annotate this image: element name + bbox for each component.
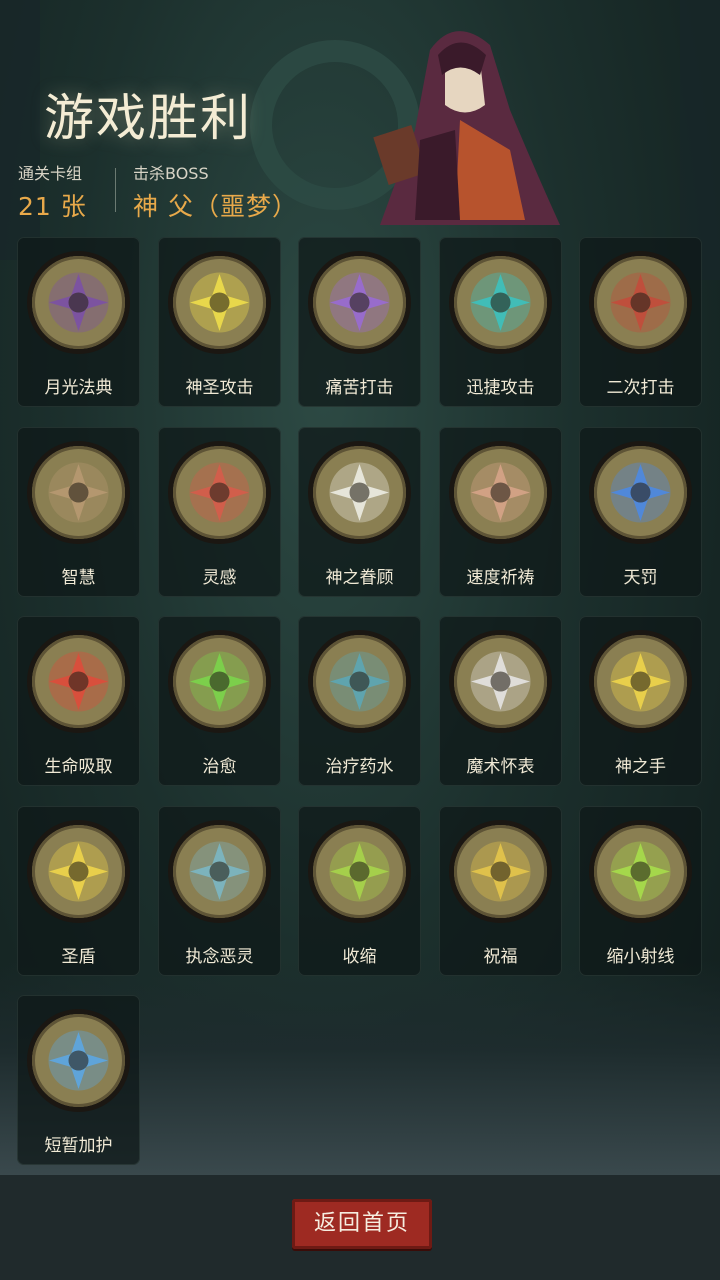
back-home-button[interactable]: 返回首页	[292, 1199, 432, 1249]
card-item[interactable]: 智慧	[17, 427, 140, 597]
card-label: 迅捷攻击	[466, 378, 535, 398]
wisdom-icon	[32, 446, 125, 539]
card-label: 缩小射线	[606, 947, 675, 967]
card-item[interactable]: 神圣攻击	[158, 237, 281, 407]
double-strike-icon	[594, 256, 687, 349]
card-medal	[27, 1009, 130, 1112]
card-medal	[308, 441, 411, 544]
card-label: 智慧	[61, 568, 96, 588]
card-item[interactable]: 圣盾	[17, 806, 140, 976]
brief-protection-icon	[32, 1014, 125, 1107]
hooded-hero-illustration	[373, 31, 560, 225]
moonlight-tome-icon	[32, 256, 125, 349]
pain-strike-icon	[313, 256, 406, 349]
card-label: 圣盾	[61, 947, 96, 967]
card-label: 痛苦打击	[325, 378, 394, 398]
card-label: 二次打击	[606, 378, 675, 398]
card-label: 祝福	[483, 947, 518, 967]
healing-potion-icon	[313, 635, 406, 728]
card-item[interactable]: 治愈	[158, 616, 281, 786]
card-medal	[168, 820, 271, 923]
card-medal	[589, 820, 692, 923]
card-medal	[27, 441, 130, 544]
card-item[interactable]: 二次打击	[579, 237, 702, 407]
card-item[interactable]: 治疗药水	[298, 616, 421, 786]
card-medal	[27, 820, 130, 923]
card-medal	[27, 251, 130, 354]
hand-of-god-icon	[594, 635, 687, 728]
card-item[interactable]: 收缩	[298, 806, 421, 976]
boss-value: 神 父（噩梦）	[133, 192, 298, 221]
card-label: 灵感	[202, 568, 237, 588]
card-medal	[589, 630, 692, 733]
heal-icon	[173, 635, 266, 728]
card-medal	[449, 820, 552, 923]
card-medal	[308, 630, 411, 733]
card-medal	[27, 630, 130, 733]
card-label: 魔术怀表	[466, 757, 535, 777]
card-item[interactable]: 祝福	[439, 806, 562, 976]
card-medal	[449, 441, 552, 544]
card-label: 短暂加护	[44, 1136, 113, 1156]
card-medal	[449, 251, 552, 354]
card-label: 治愈	[202, 757, 237, 777]
card-item[interactable]: 月光法典	[17, 237, 140, 407]
card-medal	[168, 441, 271, 544]
boss-stat: 击杀BOSS 神 父（噩梦）	[133, 160, 298, 223]
holy-shield-icon	[32, 825, 125, 918]
deck-count-value: 21 张	[18, 192, 87, 221]
card-item[interactable]: 执念恶灵	[158, 806, 281, 976]
card-item[interactable]: 痛苦打击	[298, 237, 421, 407]
card-label: 速度祈祷	[466, 568, 535, 588]
obsessed-spirit-icon	[173, 825, 266, 918]
life-drain-icon	[32, 635, 125, 728]
shrink-icon	[313, 825, 406, 918]
card-item[interactable]: 速度祈祷	[439, 427, 562, 597]
card-medal	[168, 251, 271, 354]
card-label: 治疗药水	[325, 757, 394, 777]
card-item[interactable]: 魔术怀表	[439, 616, 562, 786]
card-medal	[589, 251, 692, 354]
card-label: 神之眷顾	[325, 568, 394, 588]
shrink-ray-icon	[594, 825, 687, 918]
card-label: 神圣攻击	[185, 378, 254, 398]
card-medal	[308, 251, 411, 354]
card-item[interactable]: 神之手	[579, 616, 702, 786]
victory-header: 游戏胜利 通关卡组 21 张 击杀BOSS 神 父（噩梦）	[0, 0, 720, 225]
card-item[interactable]: 灵感	[158, 427, 281, 597]
card-item[interactable]: 生命吸取	[17, 616, 140, 786]
card-label: 神之手	[615, 757, 666, 777]
stat-divider	[115, 168, 116, 212]
deck-stat: 通关卡组 21 张	[18, 160, 87, 223]
divine-favor-icon	[313, 446, 406, 539]
card-medal	[449, 630, 552, 733]
inspiration-icon	[173, 446, 266, 539]
card-medal	[168, 630, 271, 733]
card-medal	[308, 820, 411, 923]
card-item[interactable]: 缩小射线	[579, 806, 702, 976]
card-label: 执念恶灵	[185, 947, 254, 967]
card-label: 生命吸取	[44, 757, 113, 777]
blessing-icon	[454, 825, 547, 918]
speed-prayer-icon	[454, 446, 547, 539]
card-medal	[589, 441, 692, 544]
heavenly-punishment-icon	[594, 446, 687, 539]
card-label: 收缩	[342, 947, 377, 967]
holy-strike-icon	[173, 256, 266, 349]
boss-label: 击杀BOSS	[133, 164, 209, 183]
card-label: 月光法典	[44, 378, 113, 398]
card-label: 天罚	[623, 568, 658, 588]
deck-count-label: 通关卡组	[18, 164, 83, 183]
magic-pocket-watch-icon	[454, 635, 547, 728]
card-item[interactable]: 短暂加护	[17, 995, 140, 1165]
card-item[interactable]: 神之眷顾	[298, 427, 421, 597]
page-title: 游戏胜利	[44, 89, 252, 147]
swift-attack-icon	[454, 256, 547, 349]
card-item[interactable]: 天罚	[579, 427, 702, 597]
card-item[interactable]: 迅捷攻击	[439, 237, 562, 407]
